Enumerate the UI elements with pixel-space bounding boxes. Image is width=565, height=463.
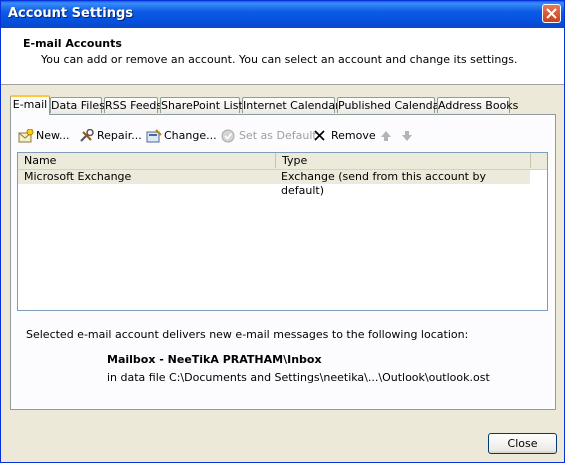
set-as-default-label: Set as Default — [239, 129, 317, 142]
account-name: Microsoft Exchange — [24, 170, 132, 183]
account-settings-dialog: Account Settings E-mail Accounts You can… — [0, 0, 565, 463]
change-button[interactable]: Change... — [146, 128, 217, 144]
window-title: Account Settings — [8, 6, 134, 21]
tab-internet-calendars[interactable]: Internet Calendars — [242, 97, 345, 113]
arrow-up-icon — [381, 131, 391, 141]
account-type: Exchange (send from this account by defa… — [281, 170, 486, 197]
repair-button[interactable]: Repair... — [79, 128, 142, 144]
new-account-icon — [18, 129, 34, 143]
list-header: Name Type — [18, 153, 547, 170]
window-close-button[interactable] — [542, 4, 561, 23]
column-header-name[interactable]: Name — [18, 153, 276, 168]
tab-email[interactable]: E-mail — [10, 95, 50, 115]
column-header-type[interactable]: Type — [276, 153, 531, 168]
title-bar[interactable]: Account Settings — [1, 1, 564, 28]
tab-rss-feeds[interactable]: RSS Feeds — [104, 97, 162, 113]
repair-label: Repair... — [97, 129, 142, 142]
tab-data-files[interactable]: Data Files — [50, 97, 105, 113]
tab-address-books[interactable]: Address Books — [437, 97, 518, 113]
tab-sharepoint-lists[interactable]: SharePoint Lists — [160, 97, 249, 113]
mailbox-location: Mailbox - NeeTikA PRATHAM\Inbox — [107, 353, 322, 366]
remove-label: Remove — [331, 129, 376, 142]
move-down-button[interactable] — [400, 128, 418, 144]
section-description: You can add or remove an account. You ca… — [41, 53, 518, 66]
new-label: New... — [36, 129, 70, 142]
change-account-icon — [146, 129, 162, 143]
accounts-list[interactable]: Name Type Microsoft Exchange Exchange (s… — [17, 152, 548, 311]
account-row[interactable]: Microsoft Exchange Exchange (send from t… — [18, 170, 530, 197]
header-area: E-mail Accounts You can add or remove an… — [1, 28, 564, 85]
remove-x-icon — [314, 130, 325, 141]
move-up-button[interactable] — [379, 128, 397, 144]
section-title: E-mail Accounts — [23, 37, 122, 50]
close-button[interactable]: Close — [488, 433, 557, 454]
new-button[interactable]: New... — [18, 128, 69, 144]
arrow-down-icon — [402, 131, 412, 141]
data-file-path: in data file C:\Documents and Settings\n… — [107, 371, 490, 384]
checkmark-circle-icon — [221, 129, 235, 143]
repair-icon — [80, 129, 94, 142]
email-tab-panel: New... Repair... Change... Set as Defaul… — [10, 114, 556, 410]
change-label: Change... — [164, 129, 217, 142]
remove-button[interactable]: Remove — [313, 128, 376, 144]
set-as-default-button[interactable]: Set as Default — [221, 128, 317, 144]
close-icon — [546, 8, 557, 19]
location-info-text: Selected e-mail account delivers new e-m… — [26, 328, 469, 341]
tab-published-calendars[interactable]: Published Calendars — [337, 97, 450, 113]
